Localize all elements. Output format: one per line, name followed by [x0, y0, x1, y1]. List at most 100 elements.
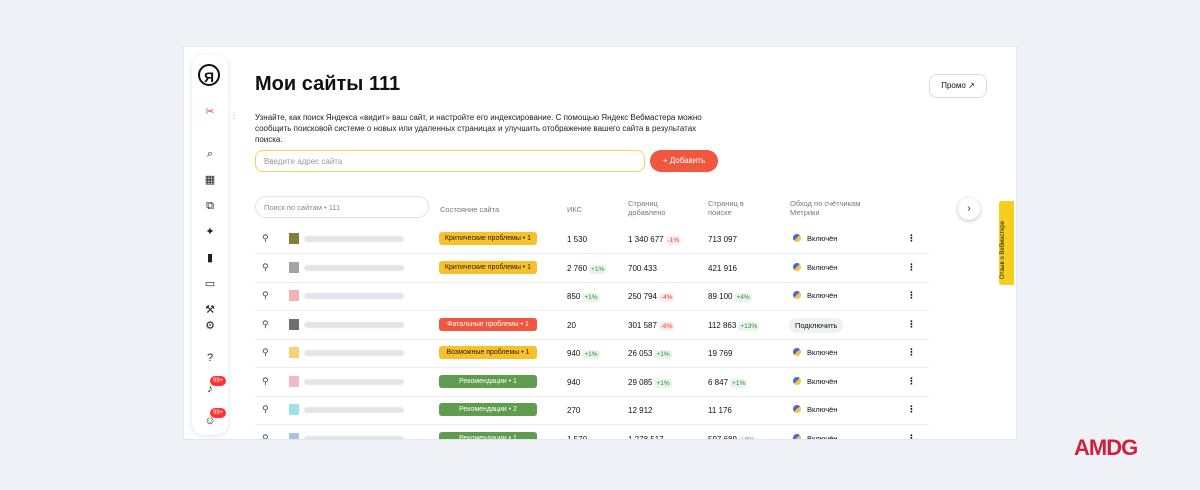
table-row[interactable]: ⚲ 850 +1% 250 794 -4% 89 100 +4% Включён ⋮	[255, 282, 929, 311]
added-value: 1 278 517	[628, 434, 664, 440]
pin-icon[interactable]: ⚲	[262, 290, 269, 301]
pin-icon[interactable]: ⚲	[262, 262, 269, 273]
site-name-blurred[interactable]	[304, 264, 404, 271]
table-row[interactable]: ⚲ Рекомендации • 1 1 570 1 278 517 597 68…	[255, 425, 929, 440]
metrics-status: Включён	[793, 348, 837, 357]
added-value: 700 433	[628, 263, 657, 273]
column-iks[interactable]: ИКС	[567, 205, 582, 214]
delta-badge: +1%	[582, 350, 600, 359]
table-row[interactable]: ⚲ Критические проблемы • 1 2 760 +1% 700 4…	[255, 254, 929, 283]
table-row[interactable]: ⚲ Рекомендации • 1 940 29 085 +1% 6 847 +1%…	[255, 368, 929, 397]
favicon	[289, 290, 299, 301]
status-badge[interactable]: Критические проблемы • 1	[439, 232, 537, 245]
more-menu-icon[interactable]: ⋮	[907, 347, 916, 358]
metrica-icon	[793, 291, 801, 299]
status-badge[interactable]: Рекомендации • 2	[439, 403, 537, 416]
column-added[interactable]: Страниц добавлено	[628, 199, 678, 217]
more-menu-icon[interactable]: ⋮	[907, 376, 916, 387]
more-menu-icon[interactable]: ⋮	[907, 233, 916, 244]
site-name-blurred[interactable]	[304, 435, 404, 439]
search-icon[interactable]: ⌕	[201, 145, 219, 163]
iks-value: 270	[567, 406, 581, 415]
dashboard-icon[interactable]: ▦	[201, 171, 219, 189]
favicon	[289, 233, 299, 244]
added-value: 250 794 -4%	[628, 292, 675, 302]
promo-button[interactable]: Промо ↗	[929, 74, 987, 98]
page-description: Узнайте, как поиск Яндекса «видит» ваш с…	[255, 113, 702, 144]
site-name-blurred[interactable]	[304, 236, 404, 242]
iks-value: 1 530	[567, 235, 588, 244]
table-row[interactable]: ⚲ Фатальные проблемы • 1 20 301 587 -6% 11…	[255, 311, 929, 340]
metrics-status: Включён	[793, 262, 837, 272]
delta-badge: +13%	[738, 321, 760, 331]
iks-value: 20	[567, 320, 576, 330]
column-indexed[interactable]: Страниц в поиске	[708, 199, 748, 217]
site-url-input[interactable]: Введите адрес сайта	[255, 150, 645, 172]
site-name-blurred[interactable]	[304, 378, 404, 385]
delta-badge: -4%	[658, 293, 675, 302]
added-value: 12 912	[628, 406, 653, 415]
table-row[interactable]: ⚲ Критические проблемы • 1 1 530 1 340 67…	[255, 225, 929, 254]
delta-badge: +1%	[589, 264, 607, 274]
pin-icon[interactable]: ⚲	[262, 233, 269, 244]
yandex-logo[interactable]: Я	[198, 64, 220, 86]
iks-value: 850 +1%	[567, 292, 600, 302]
site-name-blurred[interactable]	[304, 407, 404, 413]
status-badge[interactable]: Возможные проблемы • 1	[439, 346, 537, 359]
pin-icon[interactable]: ⚲	[262, 433, 269, 440]
status-badge[interactable]: Рекомендации • 1	[439, 431, 537, 439]
browser-frame: Я ✂ ⌕ ▦ ⧉ ✦ ▮ ▭ ⚒ ⚙ ? ♪ 99+ ☺ 99+ ⋮ ⋮ Мои…	[184, 47, 1016, 439]
metrica-icon	[793, 348, 801, 356]
indexed-value: 6 847 +1%	[708, 377, 748, 388]
add-site-button[interactable]: + Добавить	[650, 150, 718, 172]
pin-icon[interactable]: ⚲	[262, 404, 269, 415]
delta-badge: +1%	[582, 293, 600, 302]
favicon	[289, 432, 299, 439]
site-name-blurred[interactable]	[304, 350, 404, 356]
favicon	[289, 318, 299, 330]
table-row[interactable]: ⚲ Возможные проблемы • 1 940 +1% 26 053 +1%…	[255, 339, 929, 368]
monitor-icon[interactable]: ▭	[201, 275, 219, 293]
added-value: 301 587 -6%	[628, 320, 675, 331]
more-menu-icon[interactable]: ⋮	[907, 433, 916, 440]
feedback-tab[interactable]: Отзыв о Вебмастере	[999, 201, 1014, 285]
added-value: 26 053 +1%	[628, 349, 672, 359]
site-search-input[interactable]: Поиск по сайтам • 111	[255, 196, 429, 218]
connect-button[interactable]: Подключить	[789, 317, 844, 333]
pin-icon[interactable]: ⚲	[262, 347, 269, 358]
more-menu-icon[interactable]: ⋮	[907, 319, 916, 330]
chart-icon[interactable]: ▮	[201, 249, 219, 267]
settings-icon[interactable]: ⚙	[201, 317, 219, 335]
scroll-right-button[interactable]: ›	[958, 198, 980, 220]
status-badge[interactable]: Критические проблемы • 1	[439, 260, 537, 274]
pin-icon[interactable]: ⚲	[262, 376, 269, 387]
more-menu-icon[interactable]: ⋮	[907, 262, 916, 273]
metrica-icon	[793, 262, 801, 271]
site-name-blurred[interactable]	[304, 321, 404, 328]
status-badge[interactable]: Рекомендации • 1	[439, 374, 537, 388]
delta-badge: +1%	[730, 378, 748, 388]
site-name-blurred[interactable]	[304, 293, 404, 299]
delta-badge: +1%	[654, 350, 672, 359]
table-row[interactable]: ⚲ Рекомендации • 2 270 12 912 11 176 Включ…	[255, 396, 929, 425]
metrica-icon	[793, 376, 801, 385]
help-icon[interactable]: ?	[201, 349, 219, 367]
indexed-value: 421 916	[708, 263, 737, 273]
sitemap-icon[interactable]: ⧉	[201, 197, 219, 215]
sidebar: Я ✂ ⌕ ▦ ⧉ ✦ ▮ ▭ ⚒ ⚙ ? ♪ 99+ ☺ 99+	[192, 55, 228, 435]
column-metrics[interactable]: Обход по счётчикам Метрики	[790, 199, 875, 217]
brand-logo: AMDG	[1074, 435, 1138, 460]
iks-value: 1 570	[567, 434, 588, 440]
favicon	[289, 347, 299, 358]
pin-icon[interactable]: ⚲	[262, 319, 269, 330]
more-menu-icon[interactable]: ⋮	[907, 290, 916, 301]
delta-badge: -1%	[665, 236, 682, 245]
unlink-icon[interactable]: ✂	[201, 103, 219, 121]
status-badge[interactable]: Фатальные проблемы • 1	[439, 317, 537, 331]
more-menu-icon[interactable]: ⋮	[907, 404, 916, 415]
favicon	[289, 375, 299, 387]
indexed-value: 89 100 +4%	[708, 292, 752, 302]
external-link-icon: ↗	[968, 81, 975, 90]
column-status[interactable]: Состояние сайта	[440, 205, 499, 214]
magic-icon[interactable]: ✦	[201, 223, 219, 241]
